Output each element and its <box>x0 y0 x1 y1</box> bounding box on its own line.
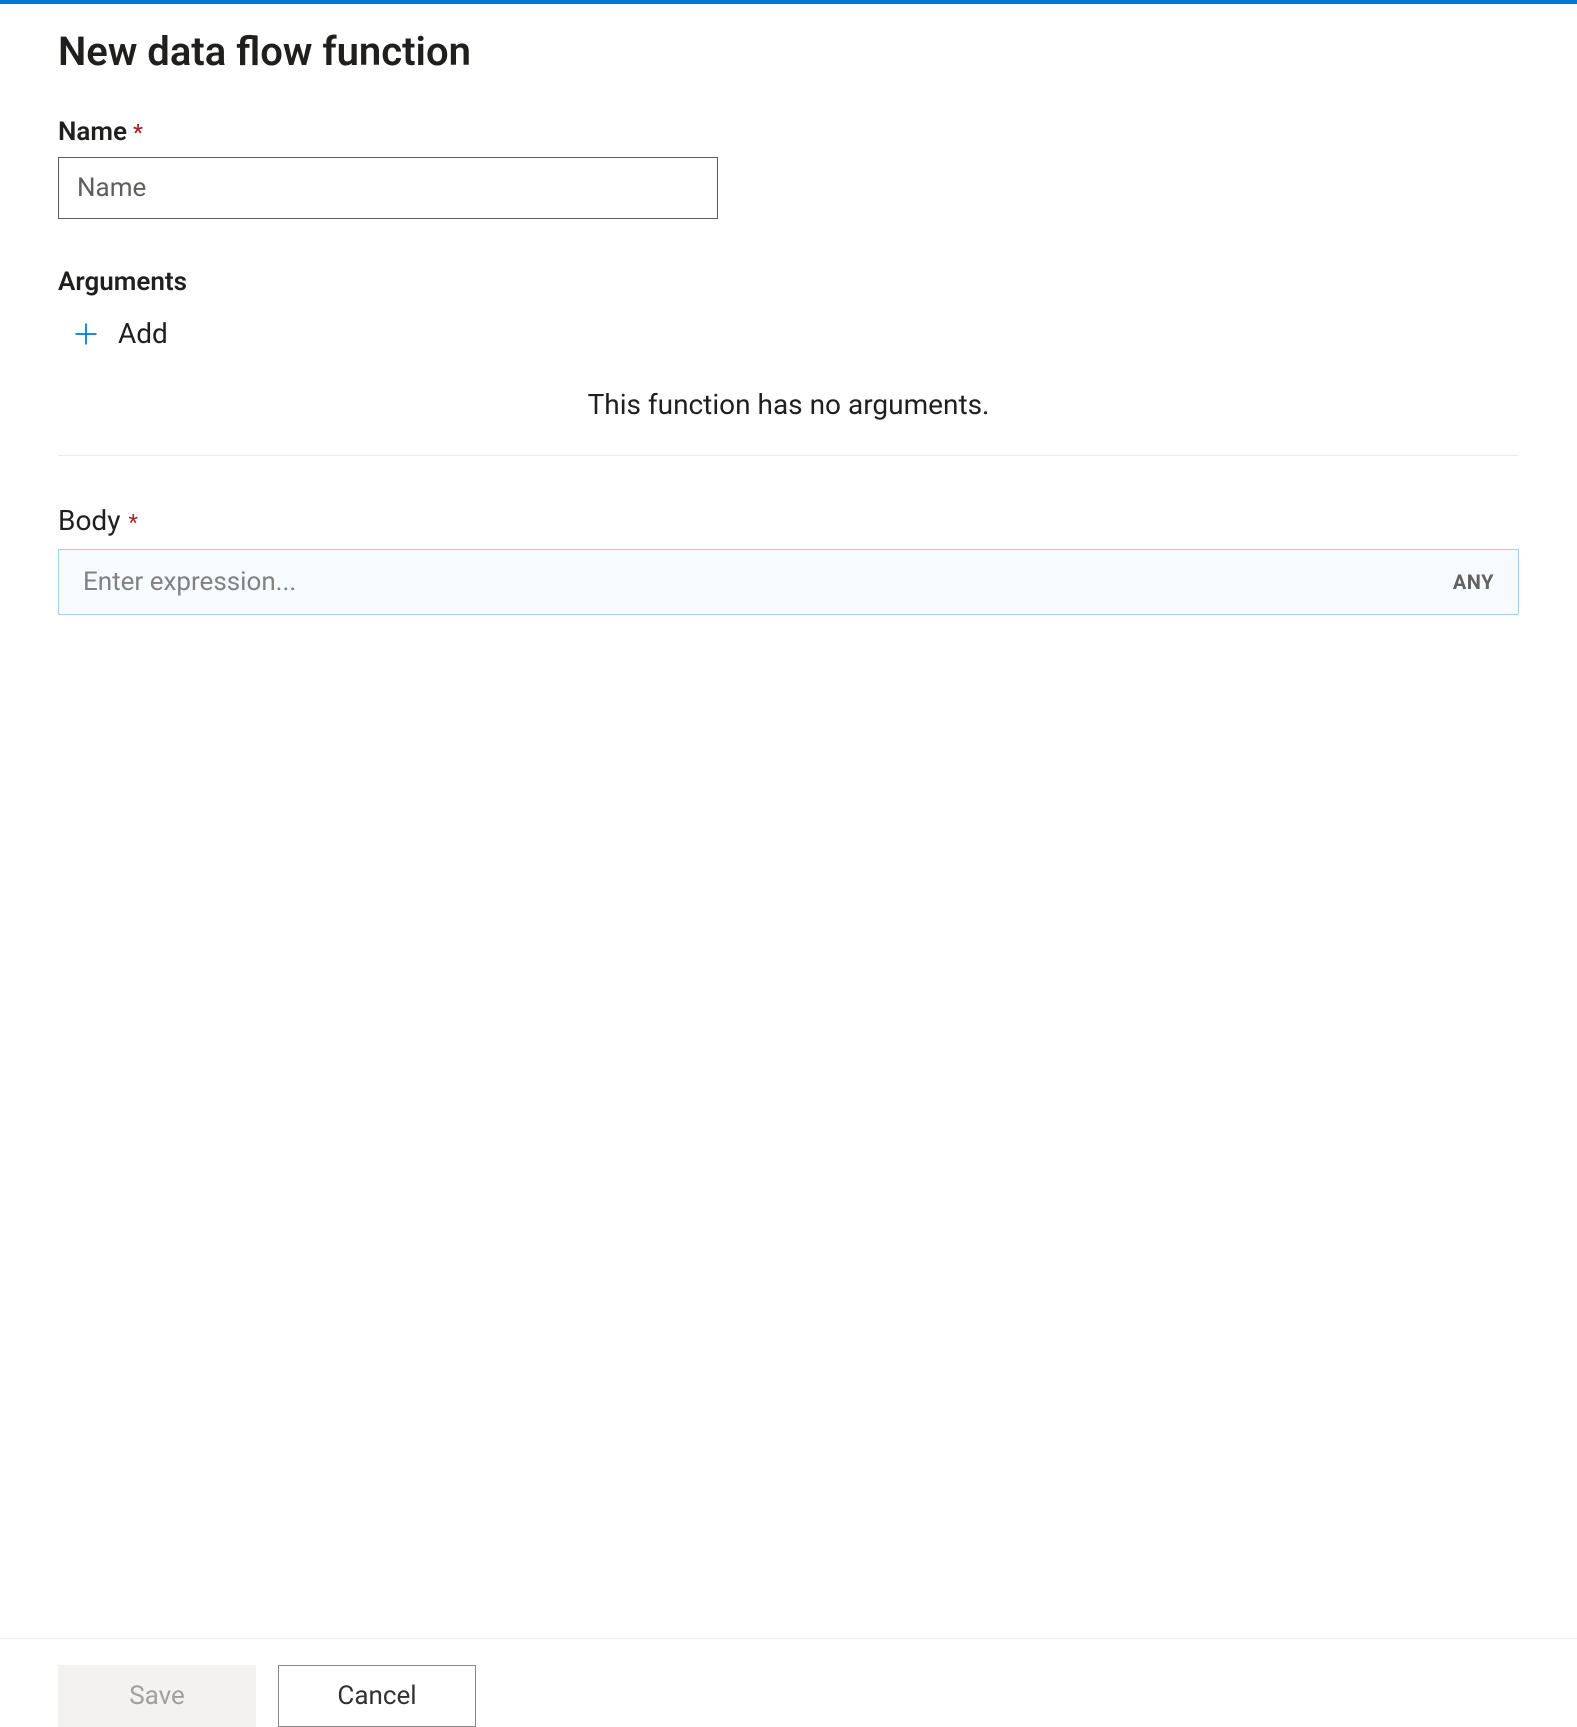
name-label: Name * <box>58 117 1519 147</box>
name-input[interactable] <box>58 157 718 219</box>
dialog-footer: Save Cancel <box>0 1639 1577 1727</box>
body-section: Body * ANY <box>58 504 1519 615</box>
body-label-text: Body <box>58 504 120 537</box>
body-label: Body * <box>58 504 1519 537</box>
dialog-content: New data flow function Name * Arguments … <box>0 4 1577 1638</box>
arguments-section: Arguments Add This function has no argum… <box>58 267 1519 455</box>
body-type-badge: ANY <box>1453 570 1494 594</box>
add-argument-label: Add <box>118 317 168 350</box>
add-argument-button[interactable]: Add <box>58 307 1519 350</box>
arguments-label: Arguments <box>58 267 1519 297</box>
body-input-wrap: ANY <box>58 549 1519 615</box>
save-button[interactable]: Save <box>58 1665 256 1727</box>
page-title: New data flow function <box>58 28 1519 75</box>
section-divider <box>58 455 1519 456</box>
name-label-text: Name <box>58 117 127 147</box>
body-expression-input[interactable] <box>83 567 1453 597</box>
dialog-new-data-flow-function: New data flow function Name * Arguments … <box>0 0 1577 1727</box>
name-section: Name * <box>58 117 1519 219</box>
arguments-empty-message: This function has no arguments. <box>58 350 1519 455</box>
plus-icon <box>72 320 100 348</box>
arguments-label-text: Arguments <box>58 267 187 297</box>
required-indicator: * <box>133 123 143 145</box>
cancel-button[interactable]: Cancel <box>278 1665 476 1727</box>
required-indicator: * <box>128 513 137 535</box>
